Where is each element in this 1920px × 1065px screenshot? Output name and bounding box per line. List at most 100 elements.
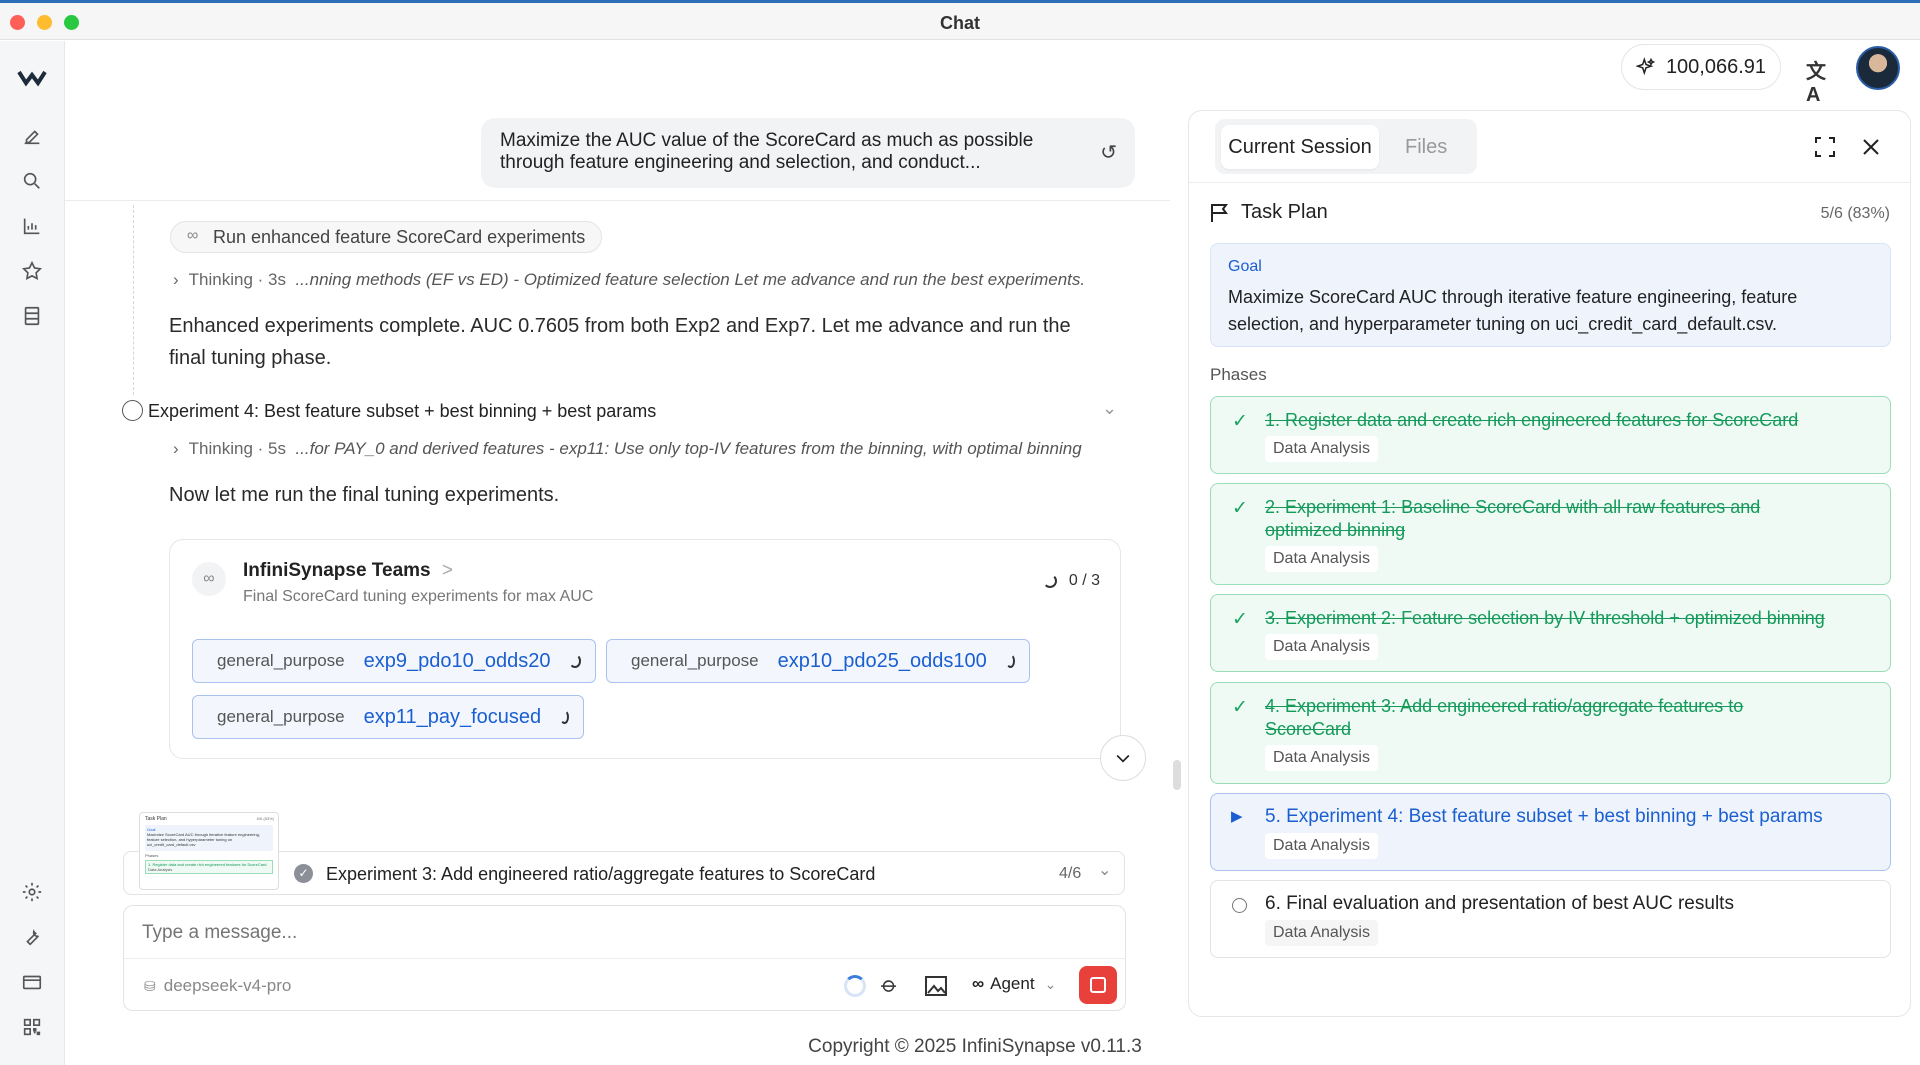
check-icon: ✓ bbox=[1232, 411, 1248, 432]
panel-divider bbox=[1189, 182, 1910, 183]
phase-tag: Data Analysis bbox=[1265, 745, 1378, 771]
thumb-phase-tag: Data Analysis bbox=[148, 867, 173, 872]
phase-tag: Data Analysis bbox=[1265, 436, 1378, 462]
agent-chip[interactable]: general_purpose exp11_pay_focused bbox=[192, 695, 584, 739]
database-icon[interactable] bbox=[19, 303, 45, 329]
chevron-right-icon: › bbox=[173, 270, 179, 289]
avatar[interactable] bbox=[1856, 46, 1900, 90]
close-icon[interactable] bbox=[1861, 137, 1881, 157]
timeline-line bbox=[133, 205, 134, 395]
image-icon[interactable] bbox=[924, 975, 948, 997]
agent-chip[interactable]: general_purpose exp10_pdo25_odds100 bbox=[606, 639, 1030, 683]
scroll-down-button[interactable] bbox=[1100, 735, 1146, 781]
tab-files[interactable]: Files bbox=[1405, 125, 1447, 169]
mode-selector[interactable]: ∞ Agent ⌄ bbox=[972, 974, 1056, 994]
thinking-block-2[interactable]: › Thinking · 5s ...for PAY_0 and derived … bbox=[173, 439, 1082, 459]
teams-card: ∞ InfiniSynapse Teams > Final ScoreCard … bbox=[169, 539, 1121, 759]
thumb-phase: 1. Register data and create rich enginee… bbox=[145, 860, 273, 874]
agent-kind: general_purpose bbox=[217, 707, 345, 726]
stop-icon bbox=[1090, 977, 1106, 993]
agent-kind: general_purpose bbox=[631, 651, 759, 670]
chart-icon[interactable] bbox=[19, 213, 45, 239]
play-icon: ▶ bbox=[1231, 808, 1243, 825]
step-status-icon bbox=[122, 400, 143, 421]
phase-item[interactable]: ✓ 1. Register data and create rich engin… bbox=[1210, 396, 1891, 474]
thinking-text: ...nning methods (EF vs ED) - Optimized … bbox=[295, 270, 1086, 289]
credits-badge[interactable]: 100,066.91 bbox=[1621, 44, 1781, 90]
phase-title: 4. Experiment 3: Add engineered ratio/ag… bbox=[1265, 695, 1743, 741]
loading-spinner-icon bbox=[560, 710, 569, 724]
step-title: Experiment 4: Best feature subset + best… bbox=[148, 401, 657, 421]
settings-icon[interactable] bbox=[19, 879, 45, 905]
context-usage-icon[interactable] bbox=[844, 975, 866, 997]
goal-label: Goal bbox=[1228, 258, 1262, 275]
translate-icon[interactable]: 文A bbox=[1806, 55, 1832, 106]
link-icon: ∞ bbox=[187, 227, 199, 244]
thumb-count: 5/6 (83%) bbox=[256, 816, 274, 821]
teams-title: InfiniSynapse Teams bbox=[243, 560, 431, 581]
teams-progress-text: 0 / 3 bbox=[1068, 572, 1100, 589]
teams-progress: 0 / 3 bbox=[1042, 572, 1100, 590]
chevron-down-icon bbox=[1116, 754, 1130, 763]
agent-kind: general_purpose bbox=[217, 651, 345, 670]
divider bbox=[65, 200, 1170, 201]
step-header[interactable]: Experiment 4: Best feature subset + best… bbox=[122, 398, 1122, 424]
phase-title-line: ScoreCard bbox=[1265, 719, 1352, 739]
phase-tag: Data Analysis bbox=[1265, 546, 1378, 572]
wrench-icon[interactable] bbox=[19, 924, 45, 950]
tab-current-session[interactable]: Current Session bbox=[1221, 125, 1379, 169]
agent-name: exp11_pay_focused bbox=[363, 705, 542, 728]
goal-line: selection, and hyperparameter tuning on … bbox=[1228, 314, 1777, 334]
model-selector[interactable]: ⛁ deepseek-v4-pro bbox=[144, 976, 291, 996]
thinking-meta: Thinking · 5s bbox=[188, 439, 286, 458]
phase-title-line: 4. Experiment 3: Add engineered ratio/ag… bbox=[1265, 696, 1744, 716]
phase-title: 3. Experiment 2: Feature selection by IV… bbox=[1265, 608, 1825, 628]
attachment-icon[interactable]: ⌀ bbox=[876, 971, 903, 999]
window-title: Chat bbox=[940, 13, 980, 33]
teams-expand-arrow: > bbox=[441, 560, 453, 581]
agent-name: exp10_pdo25_odds100 bbox=[777, 649, 987, 672]
app-logo-icon[interactable] bbox=[17, 65, 47, 91]
chevron-down-icon[interactable]: ⌄ bbox=[1102, 398, 1117, 419]
undo-icon[interactable]: ↺ bbox=[1100, 142, 1117, 164]
model-name: deepseek-v4-pro bbox=[163, 976, 292, 995]
mode-label: Agent bbox=[990, 974, 1035, 993]
teams-icon: ∞ bbox=[192, 562, 226, 596]
copyright-text: Copyright © 2025 InfiniSynapse v0.11.3 bbox=[808, 1036, 1142, 1057]
card-icon[interactable] bbox=[19, 969, 45, 995]
tool-chip[interactable]: ∞ Run enhanced feature ScoreCard experim… bbox=[170, 221, 603, 253]
star-icon[interactable] bbox=[19, 258, 45, 284]
phase-item[interactable]: ✓ 2. Experiment 1: Baseline ScoreCard wi… bbox=[1210, 483, 1891, 585]
phase-title: 6. Final evaluation and presentation of … bbox=[1265, 893, 1734, 914]
paragraph-line: final tuning phase. bbox=[169, 347, 332, 369]
plan-status-label: Experiment 3: Add engineered ratio/aggre… bbox=[326, 864, 876, 884]
resize-handle[interactable] bbox=[1173, 760, 1181, 790]
search-icon[interactable] bbox=[19, 168, 45, 194]
loading-spinner-icon bbox=[569, 654, 581, 668]
check-icon: ✓ bbox=[1232, 609, 1248, 630]
teams-title-row[interactable]: InfiniSynapse Teams > bbox=[243, 560, 453, 582]
expand-icon[interactable] bbox=[1814, 136, 1836, 158]
task-plan-thumbnail[interactable]: Task Plan 5/6 (83%) Goal Maximize ScoreC… bbox=[139, 812, 279, 890]
phase-item[interactable]: ✓ 4. Experiment 3: Add engineered ratio/… bbox=[1210, 682, 1891, 784]
message-input[interactable] bbox=[142, 918, 1102, 948]
stop-button[interactable] bbox=[1079, 966, 1117, 1004]
phase-item-pending[interactable]: 6. Final evaluation and presentation of … bbox=[1210, 880, 1891, 958]
phase-title-line: 2. Experiment 1: Baseline ScoreCard with… bbox=[1265, 497, 1761, 517]
agent-chip[interactable]: general_purpose exp9_pdo10_odds20 bbox=[192, 639, 596, 683]
phase-title: 2. Experiment 1: Baseline ScoreCard with… bbox=[1265, 496, 1760, 542]
goal-text: Maximize ScoreCard AUC through iterative… bbox=[1228, 284, 1797, 338]
circle-icon bbox=[1232, 898, 1247, 913]
loading-spinner-icon bbox=[1005, 654, 1015, 668]
phase-tag: Data Analysis bbox=[1265, 833, 1378, 859]
phase-item[interactable]: ✓ 3. Experiment 2: Feature selection by … bbox=[1210, 594, 1891, 672]
model-icon: ⛁ bbox=[144, 977, 156, 994]
thinking-block-1[interactable]: › Thinking · 3s ...nning methods (EF vs E… bbox=[173, 270, 1085, 290]
panel-tabs: Current Session Files bbox=[1215, 119, 1477, 174]
assistant-paragraph-1: Enhanced experiments complete. AUC 0.760… bbox=[169, 310, 1071, 374]
phase-item-active[interactable]: ▶ 5. Experiment 4: Best feature subset +… bbox=[1210, 793, 1891, 871]
thumb-title: Task Plan bbox=[145, 816, 167, 822]
chevron-down-icon[interactable]: ⌄ bbox=[1098, 860, 1111, 880]
composer-divider bbox=[124, 958, 1125, 959]
new-chat-icon[interactable] bbox=[19, 123, 45, 149]
